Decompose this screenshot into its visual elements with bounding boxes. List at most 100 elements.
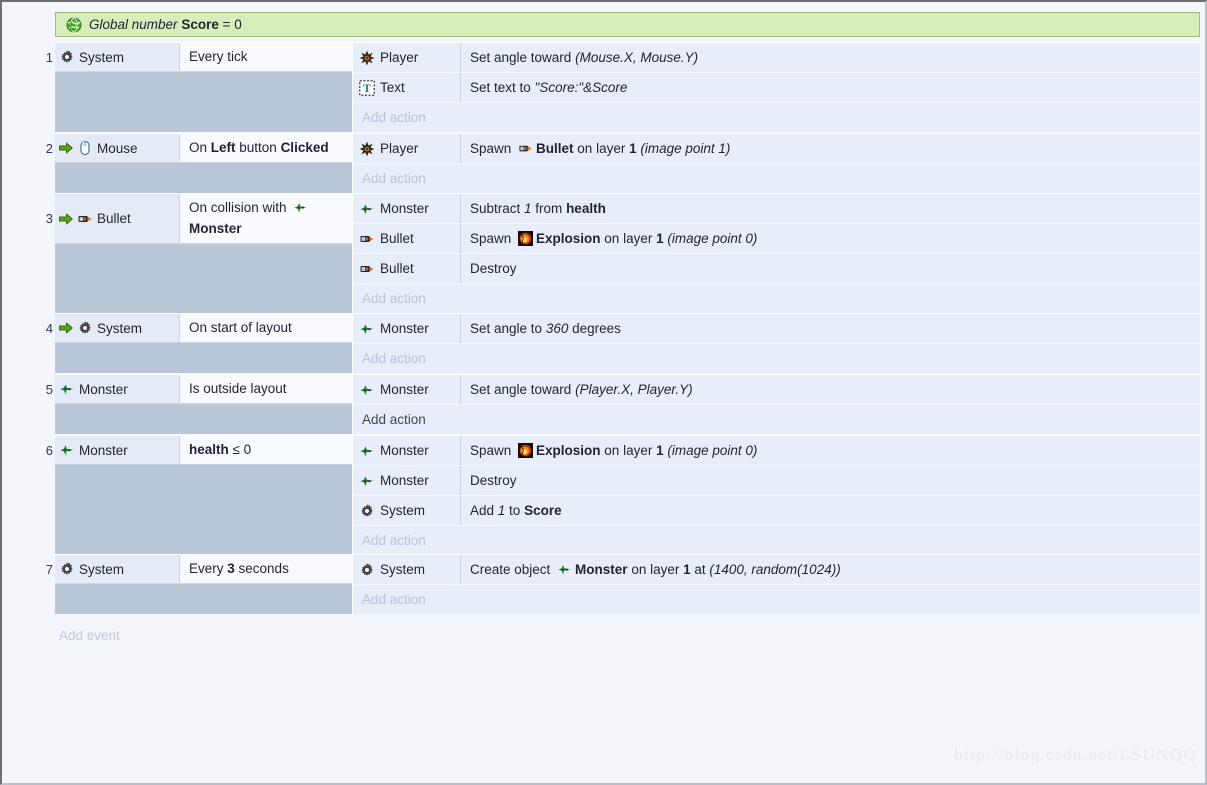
action-text[interactable]: Set angle toward (Mouse.X, Mouse.Y): [461, 43, 1200, 72]
action-text[interactable]: Spawn Bullet on layer 1 (image point 1): [461, 134, 1200, 163]
condition-object-cell[interactable]: Monster: [55, 375, 180, 403]
condition-filler[interactable]: [55, 72, 352, 105]
event-sheet-canvas[interactable]: Global number Score = 0 1 System Every t…: [2, 2, 1205, 783]
condition-row[interactable]: Bullet On collision with Monster: [55, 194, 352, 244]
action-object-cell[interactable]: T Text: [353, 73, 461, 102]
add-action-button[interactable]: Add action: [353, 585, 1200, 614]
global-variable-prefix: Global number: [89, 17, 178, 32]
action-text[interactable]: Spawn Explosion on layer 1 (image point …: [461, 224, 1200, 253]
condition-object-cell[interactable]: System: [55, 314, 180, 342]
add-action-button[interactable]: Add action: [353, 284, 1200, 313]
system-gear-icon: [59, 49, 75, 65]
condition-text[interactable]: Every 3 seconds: [180, 555, 352, 583]
condition-object-label: Monster: [79, 381, 128, 397]
action-text[interactable]: Destroy: [461, 254, 1200, 283]
action-object-cell[interactable]: Bullet: [353, 254, 461, 283]
action-object-cell[interactable]: Player: [353, 134, 461, 163]
bullet-icon: [359, 231, 375, 247]
action-object-cell[interactable]: Monster: [353, 194, 461, 223]
actions-pane: Monster Set angle to 360 degrees Add act…: [353, 314, 1200, 373]
expression-part: Explosion: [536, 231, 601, 246]
action-text[interactable]: Create object Monster on layer 1 at (140…: [461, 555, 1200, 584]
condition-row[interactable]: Monster Is outside layout: [55, 375, 352, 404]
condition-text[interactable]: Is outside layout: [180, 375, 352, 403]
action-object-cell[interactable]: Monster: [353, 436, 461, 465]
condition-filler[interactable]: [55, 404, 352, 433]
action-object-cell[interactable]: Monster: [353, 314, 461, 343]
action-row[interactable]: Monster Set angle to 360 degrees: [353, 314, 1200, 344]
action-object-cell[interactable]: Player: [353, 43, 461, 72]
condition-row[interactable]: Monster health ≤ 0: [55, 436, 352, 465]
condition-filler[interactable]: [55, 244, 352, 294]
action-row[interactable]: Monster Destroy: [353, 466, 1200, 496]
action-text[interactable]: Add 1 to Score: [461, 496, 1200, 525]
condition-row[interactable]: System On start of layout: [55, 314, 352, 343]
expression-part: "Score:"&Score: [534, 80, 628, 95]
condition-filler[interactable]: [55, 465, 352, 554]
conditions-pane: Monster Is outside layout: [55, 375, 353, 434]
action-text[interactable]: Spawn Explosion on layer 1 (image point …: [461, 436, 1200, 465]
event-block[interactable]: 1 System Every tick Player Set angle tow…: [46, 42, 1200, 132]
expression-part: 1: [656, 231, 664, 246]
condition-text[interactable]: On collision with Monster: [180, 194, 352, 243]
condition-row[interactable]: Mouse On Left button Clicked: [55, 134, 352, 163]
expression-part: button: [235, 140, 281, 155]
expression-part: Every tick: [189, 49, 248, 64]
add-event-button[interactable]: Add event: [59, 628, 120, 643]
action-text[interactable]: Set angle toward (Player.X, Player.Y): [461, 375, 1200, 404]
condition-object-cell[interactable]: System: [55, 43, 180, 71]
condition-row[interactable]: System Every tick: [55, 43, 352, 72]
condition-object-cell[interactable]: Mouse: [55, 134, 180, 162]
add-action-button[interactable]: Add action: [353, 526, 1200, 555]
action-row[interactable]: Monster Subtract 1 from health: [353, 194, 1200, 224]
text-object-icon: T: [359, 79, 375, 96]
event-block[interactable]: 2 Mouse On Left button Clicked Player Sp…: [46, 133, 1200, 193]
event-block[interactable]: 4 System On start of layout Monster Set …: [46, 313, 1200, 373]
condition-filler[interactable]: [55, 584, 352, 613]
event-block[interactable]: 3 Bullet On collision with Monster Monst…: [46, 193, 1200, 313]
action-object-cell[interactable]: Monster: [353, 466, 461, 495]
add-action-button[interactable]: Add action: [353, 164, 1200, 193]
action-object-cell[interactable]: System: [353, 555, 461, 584]
action-object-cell[interactable]: System: [353, 496, 461, 525]
condition-text[interactable]: On start of layout: [180, 314, 352, 342]
action-row[interactable]: Player Set angle toward (Mouse.X, Mouse.…: [353, 43, 1200, 73]
action-object-label: Player: [380, 50, 419, 65]
condition-text[interactable]: Every tick: [180, 43, 352, 71]
system-gear-icon: [359, 562, 375, 578]
action-row[interactable]: T Text Set text to "Score:"&Score: [353, 73, 1200, 103]
action-text[interactable]: Set angle to 360 degrees: [461, 314, 1200, 343]
event-block[interactable]: 6 Monster health ≤ 0 Monster Spawn Explo…: [46, 435, 1200, 555]
action-row[interactable]: System Add 1 to Score: [353, 496, 1200, 526]
expression-part: Score: [524, 503, 562, 518]
add-action-button[interactable]: Add action: [353, 405, 1200, 434]
add-action-button[interactable]: Add action: [353, 344, 1200, 373]
condition-filler[interactable]: [55, 343, 352, 372]
add-action-button[interactable]: Add action: [353, 103, 1200, 132]
condition-object-cell[interactable]: System: [55, 555, 180, 583]
action-row[interactable]: Bullet Destroy: [353, 254, 1200, 284]
action-row[interactable]: Monster Set angle toward (Player.X, Play…: [353, 375, 1200, 405]
action-row[interactable]: Bullet Spawn Explosion on layer 1 (image…: [353, 224, 1200, 254]
event-number: 7: [45, 562, 53, 577]
condition-object-cell[interactable]: Monster: [55, 436, 180, 464]
conditions-pane: System Every 3 seconds: [55, 555, 353, 614]
action-text[interactable]: Set text to "Score:"&Score: [461, 73, 1200, 102]
event-block[interactable]: 7 System Every 3 seconds System Create o…: [46, 554, 1200, 614]
action-object-cell[interactable]: Monster: [353, 375, 461, 404]
action-text[interactable]: Destroy: [461, 466, 1200, 495]
action-row[interactable]: Monster Spawn Explosion on layer 1 (imag…: [353, 436, 1200, 466]
action-row[interactable]: System Create object Monster on layer 1 …: [353, 555, 1200, 585]
action-object-cell[interactable]: Bullet: [353, 224, 461, 253]
action-text[interactable]: Subtract 1 from health: [461, 194, 1200, 223]
condition-text[interactable]: On Left button Clicked: [180, 134, 352, 162]
condition-filler[interactable]: [55, 163, 352, 192]
condition-object-cell[interactable]: Bullet: [55, 194, 180, 243]
event-block[interactable]: 5 Monster Is outside layout Monster Set …: [46, 374, 1200, 434]
action-row[interactable]: Player Spawn Bullet on layer 1 (image po…: [353, 134, 1200, 164]
condition-object-label: Bullet: [97, 211, 131, 226]
condition-text[interactable]: health ≤ 0: [180, 436, 352, 464]
condition-row[interactable]: System Every 3 seconds: [55, 555, 352, 584]
expression-part: on layer: [600, 231, 657, 246]
global-variable-row[interactable]: Global number Score = 0: [55, 12, 1200, 37]
